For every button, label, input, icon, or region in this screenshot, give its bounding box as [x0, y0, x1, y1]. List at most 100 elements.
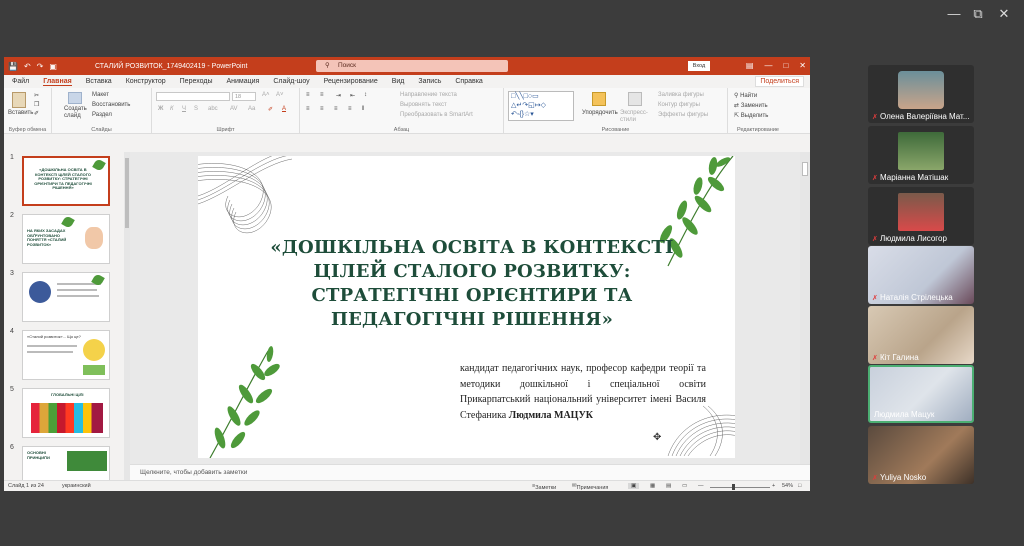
share-button[interactable]: Поделиться — [755, 76, 804, 87]
slide-thumbnail-1[interactable]: «ДОШКІЛЬНА ОСВІТА В КОНТЕКСТІ ЦІЛЕЙ СТАЛ… — [22, 156, 110, 206]
slide-thumbnail-5[interactable]: ГЛОБАЛЬНІ ЦІЛІ — [22, 388, 110, 438]
underline-icon[interactable]: Ч — [182, 106, 186, 112]
participant-tile[interactable]: ✗ Олена Валеріївна Мат... — [868, 65, 974, 123]
smartart-button[interactable]: Преобразовать в SmartArt — [400, 112, 473, 118]
slideshow-view-icon[interactable]: ▭ — [682, 483, 687, 489]
section-button[interactable]: Раздел — [92, 112, 112, 118]
present-icon[interactable]: ▣ — [49, 62, 57, 71]
zoom-slider-thumb[interactable] — [732, 484, 735, 490]
login-button[interactable]: Вход — [688, 61, 710, 71]
scrollbar-thumb[interactable] — [125, 158, 129, 228]
font-size-select[interactable]: 18 — [232, 92, 256, 101]
slide-scrollbar[interactable] — [800, 152, 810, 464]
restore-button[interactable]: ⧉ — [968, 6, 988, 22]
paste-icon[interactable] — [12, 92, 26, 108]
participant-tile[interactable]: ✗ Наталія Стрілецька — [868, 246, 974, 304]
current-slide[interactable]: «ДОШКІЛЬНА ОСВІТА В КОНТЕКСТІ ЦІЛЕЙ СТАЛ… — [198, 156, 735, 458]
tab-view[interactable]: Вид — [392, 78, 405, 85]
tab-insert[interactable]: Вставка — [86, 78, 112, 85]
close-button[interactable]: ✕ — [994, 6, 1014, 22]
reset-button[interactable]: Восстановить — [92, 102, 130, 108]
columns-icon[interactable]: ‖ — [362, 106, 364, 112]
tab-design[interactable]: Конструктор — [126, 78, 166, 85]
indent-icon[interactable]: ⇥ — [336, 92, 341, 99]
find-button[interactable]: ⚲ Найти — [734, 92, 757, 99]
save-icon[interactable]: 💾 — [8, 62, 18, 71]
bullets-icon[interactable]: ≡ — [306, 92, 310, 98]
participant-tile[interactable]: ✗ Кіт Галина — [868, 306, 974, 364]
replace-button[interactable]: ⇄ Заменить — [734, 102, 768, 109]
ppt-close-icon[interactable]: ✕ — [799, 57, 806, 75]
minimize-button[interactable]: — — [944, 6, 964, 21]
shape-fill-button[interactable]: Заливка фигуры — [658, 92, 704, 98]
quick-styles-button[interactable]: Экспресс-стили — [620, 110, 654, 124]
font-color-icon[interactable]: A — [282, 106, 286, 112]
bold-icon[interactable]: Ж — [158, 106, 163, 112]
participant-tile-active-speaker[interactable]: Людмила Мацук — [868, 365, 974, 423]
case-icon[interactable]: Aa — [248, 106, 255, 112]
new-slide-icon[interactable] — [68, 92, 82, 104]
align-text-button[interactable]: Выровнять текст — [400, 102, 447, 108]
shapes-gallery[interactable]: □╲╲□○▭ △↵↷◱↦◇ ↶◦{}☆▾ — [508, 91, 574, 121]
line-spacing-icon[interactable]: ↕ — [364, 92, 367, 98]
format-painter-icon[interactable]: ✐ — [34, 110, 39, 117]
slide-thumbnail-2[interactable]: НА ЯКИХ ЗАСАДАХ ОБҐРУНТОВАНО ПОНЯТТЯ «СТ… — [22, 214, 110, 264]
tab-transitions[interactable]: Переходы — [180, 78, 213, 85]
slide-sorter-icon[interactable]: ▦ — [650, 483, 655, 489]
font-name-select[interactable] — [156, 92, 230, 101]
strikethrough-icon[interactable]: abc — [208, 106, 218, 112]
new-slide-button[interactable]: Создать слайд — [64, 106, 88, 120]
layout-button[interactable]: Макет — [92, 92, 109, 98]
paste-button[interactable]: Вставить — [8, 110, 33, 116]
slide-scrollbar-thumb[interactable] — [802, 162, 808, 176]
numbering-icon[interactable]: ≡ — [320, 92, 324, 98]
slide-title[interactable]: «ДОШКІЛЬНА ОСВІТА В КОНТЕКСТІ ЦІЛЕЙ СТАЛ… — [262, 236, 682, 332]
shape-outline-button[interactable]: Контур фигуры — [658, 102, 700, 108]
zoom-in-icon[interactable]: + — [772, 483, 775, 489]
participant-tile[interactable]: ✗ Людмила Лисогор — [868, 187, 974, 245]
quick-styles-icon[interactable] — [628, 92, 642, 106]
tab-file[interactable]: Файл — [12, 78, 29, 85]
tab-animations[interactable]: Анимация — [226, 78, 259, 85]
comments-toggle[interactable]: ✉ Примечания — [572, 483, 608, 491]
align-right-icon[interactable]: ≡ — [334, 106, 338, 112]
shape-effects-button[interactable]: Эффекты фигуры — [658, 112, 708, 118]
align-center-icon[interactable]: ≡ — [320, 106, 324, 112]
zoom-out-icon[interactable]: — — [698, 483, 704, 489]
zoom-level[interactable]: 54% — [782, 483, 793, 489]
align-left-icon[interactable]: ≡ — [306, 106, 310, 112]
justify-icon[interactable]: ≡ — [348, 106, 352, 112]
slide-thumbnail-4[interactable]: «Сталий розвиток»... Що це? — [22, 330, 110, 380]
slide-thumbnail-3[interactable] — [22, 272, 110, 322]
tab-record[interactable]: Запись — [418, 78, 441, 85]
language-indicator[interactable]: украинский — [62, 483, 91, 489]
notes-toggle[interactable]: ≡ Заметки — [532, 483, 556, 491]
outdent-icon[interactable]: ⇤ — [350, 92, 355, 99]
text-direction-button[interactable]: Направление текста — [400, 92, 457, 98]
copy-icon[interactable]: ❐ — [34, 101, 39, 108]
participant-tile[interactable]: ✗ Yuliya Nosko — [868, 426, 974, 484]
tab-slideshow[interactable]: Слайд-шоу — [273, 78, 309, 85]
slide-author-text[interactable]: кандидат педагогічних наук, професор каф… — [460, 361, 706, 423]
tab-home[interactable]: Главная — [43, 78, 72, 86]
increase-font-icon[interactable]: A˄ — [262, 92, 270, 98]
decrease-font-icon[interactable]: A˅ — [276, 92, 284, 98]
ppt-minimize-icon[interactable]: — — [764, 57, 772, 75]
cut-icon[interactable]: ✂ — [34, 92, 39, 99]
reading-view-icon[interactable]: ▤ — [666, 483, 671, 489]
search-input[interactable]: ⚲ Поиск — [316, 60, 508, 72]
select-button[interactable]: ⇱ Выделить — [734, 112, 768, 119]
tab-review[interactable]: Рецензирование — [324, 78, 378, 85]
ribbon-options-icon[interactable]: ▤ — [746, 57, 754, 75]
arrange-button[interactable]: Упорядочить — [582, 110, 618, 116]
participant-tile[interactable]: ✗ Маріанна Матішак — [868, 126, 974, 184]
spacing-icon[interactable]: AV — [230, 106, 238, 112]
fit-slide-icon[interactable]: □ — [798, 483, 801, 489]
notes-pane[interactable]: Щелкните, чтобы добавить заметки — [130, 464, 810, 480]
shadow-icon[interactable]: S — [194, 106, 198, 112]
highlight-icon[interactable]: ✐ — [268, 106, 273, 113]
tab-help[interactable]: Справка — [455, 78, 482, 85]
zoom-slider[interactable] — [710, 487, 770, 488]
undo-icon[interactable]: ↶ — [24, 62, 31, 71]
italic-icon[interactable]: К — [170, 106, 174, 112]
